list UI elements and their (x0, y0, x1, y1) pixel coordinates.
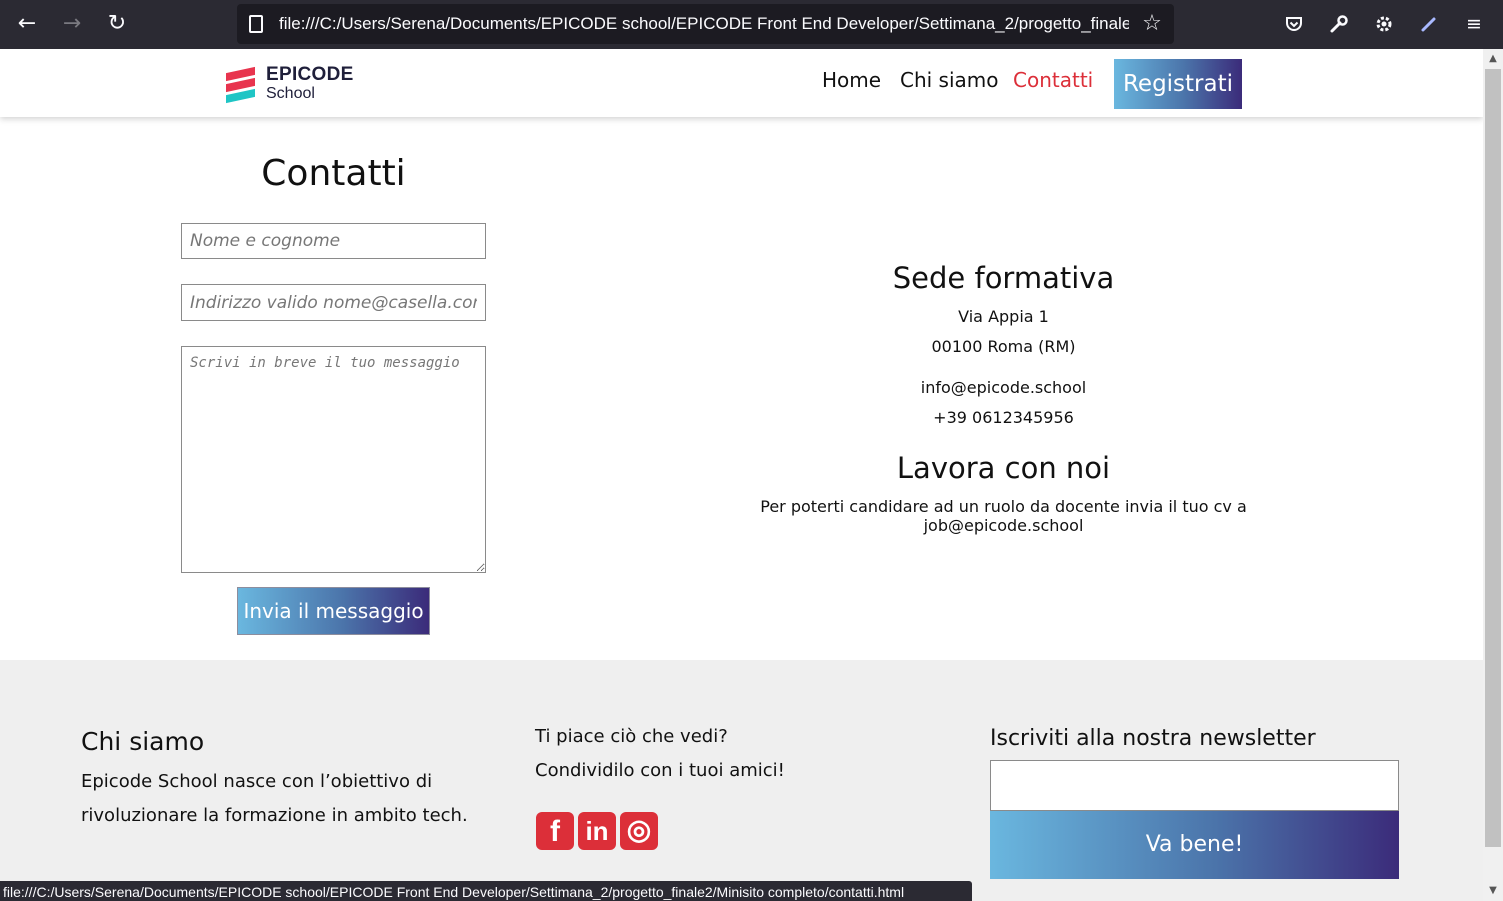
address-line-1: Via Appia 1 (958, 307, 1049, 326)
newsletter-email-input[interactable] (990, 760, 1399, 811)
linkedin-icon[interactable]: in (578, 812, 616, 850)
site-footer: Chi siamo Epicode School nasce con l’obi… (0, 660, 1483, 901)
footer-share-line-2: Condividilo con i tuoi amici! (535, 760, 785, 781)
jobs-title: Lavora con noi (896, 451, 1111, 485)
address-bar[interactable]: file:///C:/Users/Serena/Documents/EPICOD… (237, 4, 1174, 44)
forward-arrow-icon[interactable]: → (58, 10, 86, 38)
browser-toolbar: ← → ↻ file:///C:/Users/Serena/Documents/… (0, 0, 1503, 49)
link-status-bar: file:///C:/Users/Serena/Documents/EPICOD… (0, 881, 972, 901)
jobs-text: Per poterti candidare ad un ruolo da doc… (760, 497, 1247, 535)
facebook-icon[interactable]: f (536, 812, 574, 850)
gear-icon[interactable] (1370, 10, 1398, 38)
epicode-logo[interactable]: EPICODE School (226, 64, 366, 104)
logo-mark-icon (226, 66, 256, 104)
email-input[interactable] (181, 284, 486, 321)
footer-about-title: Chi siamo (81, 727, 205, 756)
send-message-button[interactable]: Invia il messaggio (237, 587, 430, 635)
footer-about-line-2: rivoluzionare la formazione in ambito te… (81, 805, 468, 826)
reload-icon[interactable]: ↻ (103, 10, 131, 38)
contact-phone: +39 0612345956 (933, 408, 1074, 427)
scrollbar-thumb[interactable] (1485, 69, 1501, 847)
page-viewport: EPICODE School Home Chi siamo Contatti R… (0, 49, 1483, 901)
contact-email: info@epicode.school (920, 378, 1087, 397)
register-button[interactable]: Registrati (1114, 59, 1242, 109)
site-header: EPICODE School Home Chi siamo Contatti R… (0, 49, 1483, 117)
newsletter-title: Iscriviti alla nostra newsletter (990, 726, 1316, 751)
nav-chi-siamo[interactable]: Chi siamo (900, 68, 999, 92)
address-line-2: 00100 Roma (RM) (931, 337, 1076, 356)
logo-title: EPICODE (266, 64, 354, 85)
nav-home[interactable]: Home (822, 68, 881, 92)
pen-icon[interactable] (1415, 10, 1443, 38)
page-title: Contatti (261, 153, 406, 194)
page-scrollbar[interactable]: ▲ ▼ (1483, 49, 1503, 901)
bookmark-star-icon[interactable]: ☆ (1138, 10, 1166, 38)
menu-icon[interactable]: ≡ (1460, 10, 1488, 38)
page-icon (249, 15, 263, 33)
url-text[interactable]: file:///C:/Users/Serena/Documents/EPICOD… (279, 4, 1129, 44)
sede-title: Sede formativa (892, 261, 1115, 295)
scroll-up-icon[interactable]: ▲ (1487, 53, 1499, 65)
wrench-icon[interactable] (1325, 10, 1353, 38)
back-arrow-icon[interactable]: ← (13, 10, 41, 38)
pocket-icon[interactable] (1280, 10, 1308, 38)
message-textarea[interactable] (181, 346, 486, 573)
instagram-icon[interactable]: ◎ (620, 812, 658, 850)
newsletter-submit-button[interactable]: Va bene! (990, 811, 1399, 879)
logo-subtitle: School (266, 85, 315, 102)
name-input[interactable] (181, 223, 486, 259)
nav-contatti[interactable]: Contatti (1013, 68, 1093, 92)
footer-share-line-1: Ti piace ciò che vedi? (535, 726, 728, 747)
footer-about-line-1: Epicode School nasce con l’obiettivo di (81, 771, 433, 792)
scroll-down-icon[interactable]: ▼ (1487, 885, 1499, 897)
